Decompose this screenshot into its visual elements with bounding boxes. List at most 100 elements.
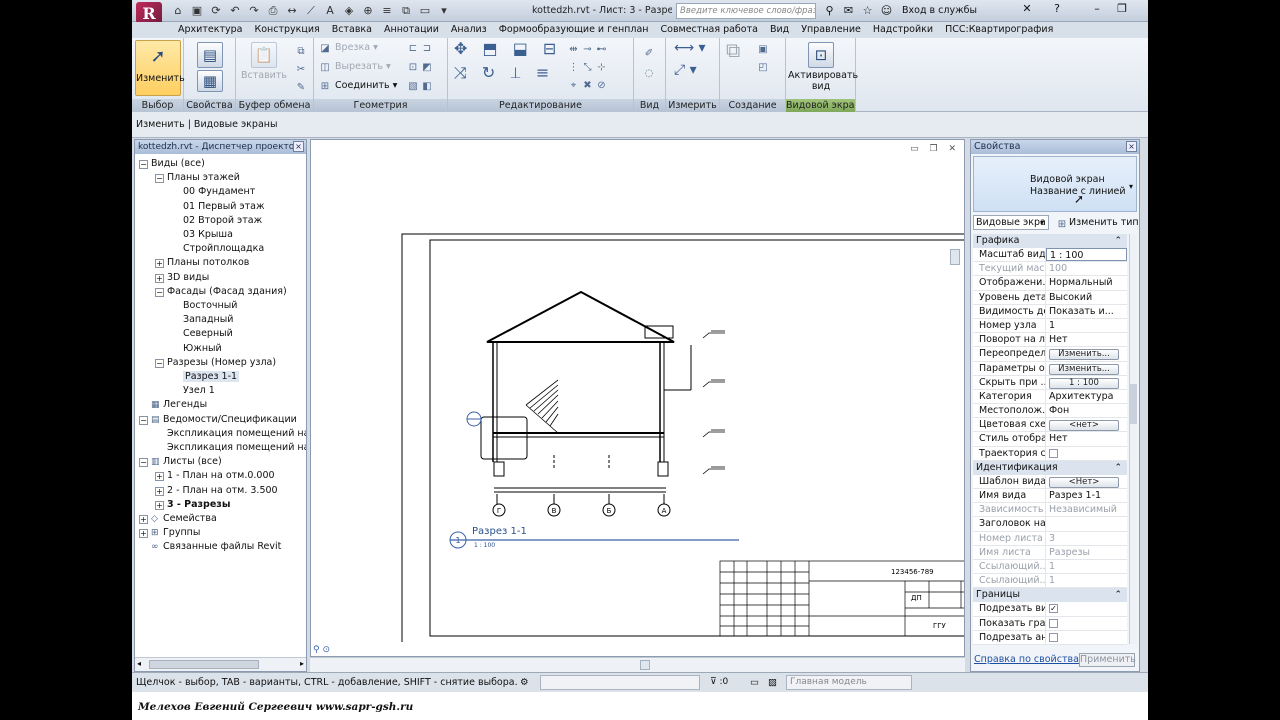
type-properties-button[interactable]: ▦ (194, 70, 226, 94)
create-group-icon[interactable]: ▣ (756, 42, 770, 55)
match-properties-icon[interactable]: ✎ (294, 80, 308, 93)
property-value[interactable]: Изменить... (1046, 347, 1127, 361)
expand-toggle-icon[interactable]: − (155, 287, 164, 297)
tree-item[interactable]: − Виды (все) (139, 157, 205, 171)
tree-item[interactable]: − Планы этажей (155, 171, 240, 185)
help-icon[interactable]: ? (1042, 0, 1072, 18)
property-checkbox[interactable] (1049, 618, 1058, 628)
tab-pss-apartments[interactable]: ПСС:Квартирография (939, 22, 1059, 38)
tab-manage[interactable]: Управление (795, 22, 867, 38)
measure-icon[interactable]: ↔ (284, 3, 300, 19)
tab-addins[interactable]: Надстройки (867, 22, 939, 38)
qat-dropdown-icon[interactable]: ▾ (436, 3, 452, 19)
tree-item[interactable]: − Фасады (Фасад здания) (155, 285, 287, 299)
property-value[interactable]: 1 : 100 (1046, 248, 1127, 262)
tree-item[interactable]: Экспликация помещений на о (155, 427, 306, 441)
tree-item[interactable]: Южный (171, 342, 222, 356)
tree-item[interactable]: ▦ Легенды (139, 398, 207, 412)
expand-toggle-icon[interactable]: + (155, 500, 164, 510)
tree-item[interactable]: Стройплощадка (171, 242, 264, 256)
property-value[interactable]: Изменить... (1046, 361, 1127, 375)
tree-item[interactable]: − Разрезы (Номер узла) (155, 356, 276, 370)
tree-item[interactable]: Узел 1 (171, 384, 215, 398)
property-value[interactable]: Архитектура (1046, 389, 1127, 404)
paste-button[interactable]: 📋 Вставить (240, 42, 288, 81)
property-value[interactable] (1046, 630, 1127, 644)
property-value[interactable]: <нет> (1046, 418, 1127, 432)
text-icon[interactable]: A (322, 3, 338, 19)
tree-item[interactable]: +3 - Разрезы (155, 498, 230, 512)
hide-icon[interactable]: ◌ (642, 66, 656, 79)
edit-type-button[interactable]: ⊞ Изменить тип (1055, 215, 1139, 230)
tab-analyze[interactable]: Анализ (445, 22, 493, 38)
property-checkbox[interactable] (1049, 448, 1058, 458)
collapse-icon[interactable]: ⌃ (1114, 234, 1122, 248)
property-value[interactable] (1046, 616, 1127, 630)
tab-structure[interactable]: Конструкция (248, 22, 325, 38)
close-icon[interactable]: × (1126, 141, 1137, 152)
thin-lines-icon[interactable]: ≡ (379, 3, 395, 19)
sign-in-button[interactable]: Вход в службы (902, 3, 977, 19)
expand-toggle-icon[interactable]: − (139, 458, 148, 468)
align-icon[interactable]: ⇹ ⊸ ⊷ (568, 42, 610, 55)
property-edit-button[interactable]: Изменить... (1049, 349, 1119, 361)
close-hidden-icon[interactable]: ⧉ (398, 3, 414, 19)
tree-item[interactable]: 00 Фундамент (171, 185, 255, 199)
property-value[interactable]: Фон (1046, 404, 1127, 418)
expand-toggle-icon[interactable]: + (139, 515, 148, 524)
property-checkbox[interactable]: ✓ (1049, 604, 1058, 614)
create-assembly-icon[interactable]: ◰ (756, 60, 770, 73)
expand-toggle-icon[interactable]: + (155, 259, 164, 269)
expand-toggle-icon[interactable]: + (155, 472, 164, 482)
aligned-dimension-icon[interactable]: ⤢ ▾ (674, 63, 697, 77)
tree-item[interactable]: − ▤ Ведомости/Спецификации (139, 413, 297, 427)
tab-massing-site[interactable]: Формообразующие и генплан (493, 22, 655, 38)
tree-item[interactable]: +1 - План на отм.0.000 (155, 469, 275, 483)
switch-windows-icon[interactable]: ▭ (417, 3, 433, 19)
tree-item[interactable]: − ▥ Листы (все) (139, 455, 222, 469)
tab-annotate[interactable]: Аннотации (378, 22, 445, 38)
worksets-icon[interactable]: ⚙ (520, 673, 529, 692)
drawing-hscrollbar[interactable] (310, 657, 965, 672)
tab-collaborate[interactable]: Совместная работа (655, 22, 764, 38)
collapse-icon[interactable]: ⌃ (1114, 588, 1122, 602)
sync-icon[interactable]: ⟳ (208, 3, 224, 19)
tree-item[interactable]: Разрез 1-1 (171, 370, 240, 384)
tree-item[interactable]: 01 Первый этаж (171, 200, 265, 214)
expand-toggle-icon[interactable]: + (155, 486, 164, 496)
open-icon[interactable]: ⌂ (170, 3, 186, 19)
property-value[interactable]: ✓ (1046, 602, 1127, 616)
drawing-area[interactable]: ▭ ❐ ✕ Г В Б А Разрез 1-1 1: 100 123456-… (310, 139, 965, 657)
property-edit-button[interactable]: 1 : 100 (1049, 377, 1119, 389)
design-options-icon[interactable]: ▨ (768, 673, 777, 692)
property-group-header[interactable]: Графика ⌃ (973, 234, 1127, 248)
restore-icon[interactable]: ❐ (1107, 0, 1137, 18)
copy-icon[interactable]: ⧉ (294, 44, 308, 57)
cut-geometry-button[interactable]: ◪ Врезка ▾ (318, 41, 378, 54)
property-value[interactable]: Нет (1046, 432, 1127, 446)
property-edit-button[interactable]: <нет> (1049, 420, 1119, 432)
tree-item[interactable]: + Планы потолков (155, 256, 249, 270)
array-icon[interactable]: ⋮ ⤡ ⊹ (568, 60, 610, 73)
instance-filter-dropdown[interactable]: Видовые экра ▾ (973, 215, 1049, 230)
expand-toggle-icon[interactable]: − (139, 160, 148, 169)
property-value[interactable]: Высокий (1046, 290, 1127, 304)
property-checkbox[interactable] (1049, 632, 1058, 642)
scale-icon[interactable]: ⌖ ✖ ⊘ (568, 78, 610, 91)
close-icon[interactable]: × (293, 141, 304, 152)
property-value[interactable]: Нормальный (1046, 276, 1127, 290)
expand-toggle-icon[interactable]: − (139, 415, 148, 425)
join-geometry-button[interactable]: ⊞ Соединить ▾ (318, 79, 398, 92)
pin-view-icon[interactable]: ✐ (642, 46, 656, 59)
tree-item[interactable]: ∞ Связанные файлы Revit (139, 540, 281, 554)
wall-joins-icon[interactable]: ⊏ ⊐ (406, 41, 434, 54)
exchange-icon[interactable]: ✕ (1012, 0, 1042, 18)
property-value[interactable]: Показать и... (1046, 304, 1127, 318)
expand-toggle-icon[interactable]: − (155, 358, 164, 368)
help-search-input[interactable]: Введите ключевое слово/фразу (676, 3, 816, 19)
split-face-icon[interactable]: ⊡ ◩ (406, 60, 434, 73)
uncut-geometry-button[interactable]: ◫ Вырезать ▾ (318, 60, 390, 73)
create-similar-icon[interactable]: ⧉ (726, 40, 740, 60)
properties-help-link[interactable]: Справка по свойствам (974, 654, 1086, 665)
section-icon[interactable]: ⊕ (360, 3, 376, 19)
